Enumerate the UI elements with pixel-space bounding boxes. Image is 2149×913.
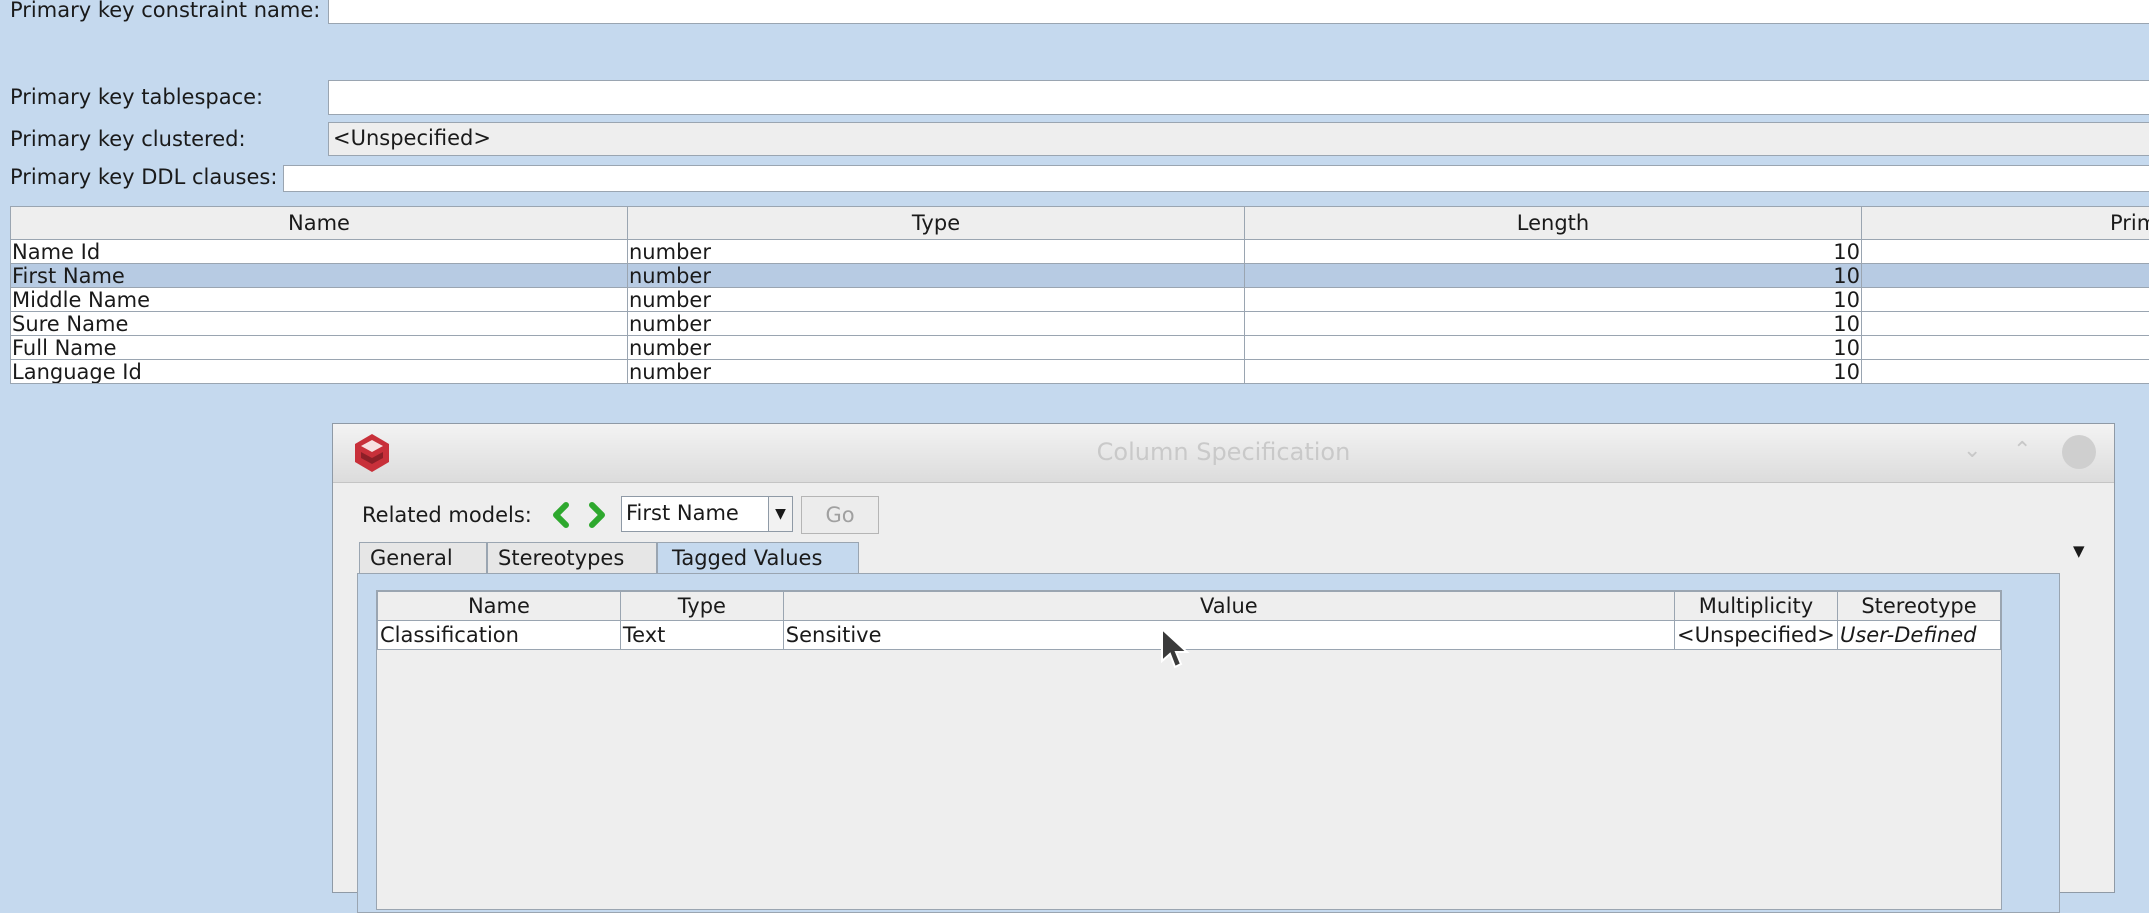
- tagged-values-panel: Name Type Value Multiplicity Stereotype …: [357, 573, 2060, 913]
- cell-type[interactable]: number: [628, 312, 1245, 336]
- pk-constraint-label: Primary key constraint name:: [10, 0, 320, 22]
- go-button[interactable]: Go: [801, 496, 879, 534]
- column-header-name[interactable]: Name: [11, 207, 628, 240]
- related-models-select[interactable]: First Name ▼: [621, 496, 793, 532]
- tv-cell-type[interactable]: Text: [620, 621, 783, 650]
- cell-primary[interactable]: [1862, 240, 2149, 264]
- column-specification-dialog: Column Specification ⌄ ⌃ Related models:…: [332, 423, 2115, 893]
- minimize-icon[interactable]: ⌄: [1963, 438, 1981, 463]
- tv-cell-name[interactable]: Classification: [378, 621, 621, 650]
- tv-cell-value[interactable]: Sensitive: [783, 621, 1674, 650]
- tv-header-value[interactable]: Value: [783, 592, 1674, 621]
- related-models-label: Related models:: [362, 503, 532, 527]
- cell-type[interactable]: number: [628, 288, 1245, 312]
- tv-header-stereotype[interactable]: Stereotype: [1837, 592, 2000, 621]
- tv-header-multiplicity[interactable]: Multiplicity: [1674, 592, 1837, 621]
- cell-name[interactable]: Language Id: [11, 360, 628, 384]
- cell-length[interactable]: 10: [1245, 312, 1862, 336]
- table-row[interactable]: Sure Name number 10: [11, 312, 2149, 336]
- cell-name[interactable]: Name Id: [11, 240, 628, 264]
- cell-type[interactable]: number: [628, 336, 1245, 360]
- cell-name[interactable]: Sure Name: [11, 312, 628, 336]
- pk-constraint-input[interactable]: [328, 0, 2149, 24]
- cell-length[interactable]: 10: [1245, 264, 1862, 288]
- dropdown-arrow-icon[interactable]: ▼: [768, 497, 792, 531]
- tab-tagged-values[interactable]: Tagged Values: [657, 542, 859, 574]
- forward-arrow-icon[interactable]: [587, 502, 607, 533]
- pk-tablespace-input[interactable]: [328, 80, 2149, 115]
- pk-ddl-input[interactable]: [283, 165, 2149, 192]
- tv-header-name[interactable]: Name: [378, 592, 621, 621]
- cell-primary[interactable]: [1862, 264, 2149, 288]
- table-row[interactable]: Name Id number 10: [11, 240, 2149, 264]
- column-header-type[interactable]: Type: [628, 207, 1245, 240]
- table-row[interactable]: Middle Name number 10: [11, 288, 2149, 312]
- tv-header-type[interactable]: Type: [620, 592, 783, 621]
- cell-type[interactable]: number: [628, 240, 1245, 264]
- tab-menu-icon[interactable]: ▼: [2073, 542, 2085, 560]
- cell-primary[interactable]: [1862, 312, 2149, 336]
- cell-length[interactable]: 10: [1245, 240, 1862, 264]
- back-arrow-icon[interactable]: [551, 502, 571, 533]
- dialog-titlebar[interactable]: Column Specification ⌄ ⌃: [333, 424, 2114, 483]
- cell-length[interactable]: 10: [1245, 336, 1862, 360]
- table-row[interactable]: Full Name number 10: [11, 336, 2149, 360]
- tv-cell-multiplicity[interactable]: <Unspecified>: [1674, 621, 1837, 650]
- cell-primary[interactable]: [1862, 336, 2149, 360]
- pk-ddl-label: Primary key DDL clauses:: [10, 165, 277, 189]
- pk-tablespace-label: Primary key tablespace:: [10, 85, 263, 109]
- maximize-icon[interactable]: ⌃: [2013, 438, 2031, 463]
- related-models-value: First Name: [626, 501, 739, 525]
- columns-table: Name Type Length Prim Name Id number 10 …: [10, 206, 2149, 384]
- mouse-cursor-icon: [1160, 627, 1190, 676]
- table-row-selected[interactable]: First Name number 10: [11, 264, 2149, 288]
- close-icon[interactable]: [2062, 435, 2096, 469]
- table-row[interactable]: Language Id number 10: [11, 360, 2149, 384]
- tv-cell-stereotype[interactable]: User-Defined: [1837, 621, 2000, 650]
- cell-name[interactable]: Full Name: [11, 336, 628, 360]
- pk-clustered-label: Primary key clustered:: [10, 127, 246, 151]
- cell-length[interactable]: 10: [1245, 288, 1862, 312]
- dialog-title: Column Specification: [333, 438, 2114, 466]
- cell-name[interactable]: Middle Name: [11, 288, 628, 312]
- pk-clustered-combo[interactable]: <Unspecified>: [328, 122, 2149, 156]
- cell-type[interactable]: number: [628, 360, 1245, 384]
- tab-general[interactable]: General: [359, 542, 487, 574]
- column-header-length[interactable]: Length: [1245, 207, 1862, 240]
- cell-type[interactable]: number: [628, 264, 1245, 288]
- cell-primary[interactable]: [1862, 360, 2149, 384]
- tab-stereotypes[interactable]: Stereotypes: [487, 542, 657, 574]
- cell-length[interactable]: 10: [1245, 360, 1862, 384]
- cell-primary[interactable]: [1862, 288, 2149, 312]
- column-header-primary[interactable]: Prim: [1862, 207, 2149, 240]
- cell-name[interactable]: First Name: [11, 264, 628, 288]
